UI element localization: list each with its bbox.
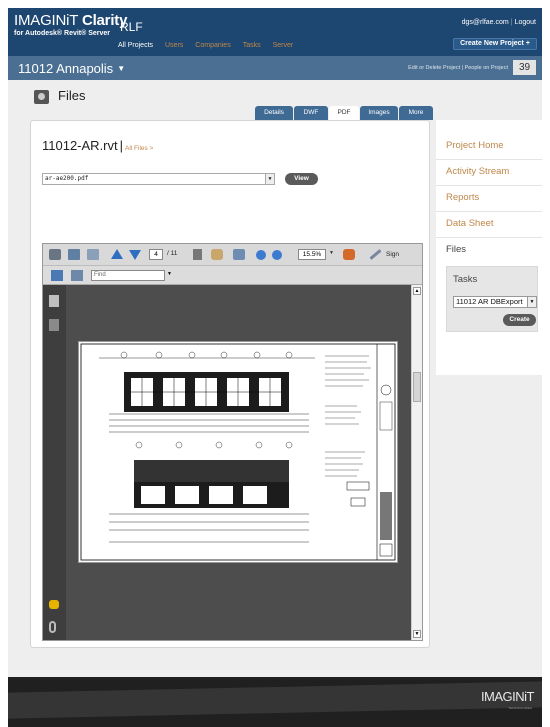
create-new-project-button[interactable]: Create New Project + [453, 38, 537, 50]
scroll-up-icon[interactable]: ▲ [413, 287, 421, 295]
caret-down-icon: ▼ [117, 64, 126, 73]
attachments-icon[interactable] [49, 621, 56, 633]
nav-tasks[interactable]: Tasks [243, 42, 261, 49]
sign-menu[interactable]: Sign [386, 251, 399, 258]
camera-icon [34, 90, 49, 104]
sidebar-item-activity-stream[interactable]: Activity Stream [446, 166, 509, 177]
find-input[interactable]: Find [91, 270, 165, 281]
page-total: / 11 [167, 250, 178, 257]
next-page-icon[interactable] [129, 250, 141, 260]
drawing-sheet [78, 341, 398, 563]
pdf-toolbar: 4 / 11 15.5% ▼ Sign [43, 244, 422, 266]
pdf-side-panel [43, 285, 66, 640]
project-name: 11012 Annapolis [18, 61, 114, 76]
email-icon[interactable] [87, 249, 99, 260]
sidebar-divider [436, 211, 542, 212]
sidebar-divider [436, 159, 542, 160]
page-title: Files [58, 88, 86, 103]
all-files-link[interactable]: All Files > [125, 145, 153, 152]
footer-band [8, 681, 542, 719]
zoom-in-icon[interactable] [272, 250, 282, 260]
tab-pdf[interactable]: PDF [329, 106, 359, 120]
zoom-out-icon[interactable] [256, 250, 266, 260]
select-tool-icon[interactable] [193, 249, 202, 260]
sign-pen-icon[interactable] [369, 249, 382, 260]
chevron-down-icon: ▼ [265, 174, 274, 184]
page-number-input[interactable]: 4 [149, 249, 163, 260]
nav-users[interactable]: Users [165, 42, 183, 49]
pdf-canvas[interactable] [66, 285, 411, 640]
nav-companies[interactable]: Companies [195, 42, 230, 49]
nav-all-projects[interactable]: All Projects [118, 42, 153, 49]
task-select-value: 11012 AR DBExport [456, 297, 523, 306]
printer-icon[interactable] [49, 249, 61, 260]
project-links[interactable]: Edit or Delete Project | People on Proje… [408, 65, 508, 71]
tasks-panel: Tasks 11012 AR DBExport ▼ Create [446, 266, 538, 332]
logout-link[interactable]: Logout [515, 19, 536, 26]
layers-icon[interactable] [49, 319, 59, 331]
zoom-dropdown-icon[interactable]: ▼ [329, 250, 334, 256]
people-count-badge[interactable]: 39 [513, 60, 536, 75]
sidebar-item-reports[interactable]: Reports [446, 192, 479, 203]
logo-brand: IMAGINiT [14, 12, 78, 29]
task-select[interactable]: 11012 AR DBExport ▼ [453, 296, 537, 308]
tab-more[interactable]: More [399, 106, 433, 120]
project-sidebar: Project Home Activity Stream Reports Dat… [436, 120, 542, 375]
save-icon[interactable] [68, 249, 80, 260]
hand-tool-icon[interactable] [211, 249, 223, 260]
comments-icon[interactable] [49, 600, 59, 609]
file-tabs: Details DWF PDF Images More [255, 106, 434, 120]
pdf-select-value: ar-ae200.pdf [45, 175, 89, 182]
pdf-find-toolbar: Find ▼ [43, 266, 422, 285]
view-button[interactable]: View [285, 173, 318, 185]
app-frame: IMAGINiT Clarity for Autodesk® Revit® Se… [8, 8, 542, 727]
logo-subtitle: for Autodesk® Revit® Server [14, 30, 111, 37]
app-logo[interactable]: IMAGINiT Clarity for Autodesk® Revit® Se… [14, 12, 127, 38]
tools-icon[interactable] [343, 249, 355, 260]
user-email-link[interactable]: dgs@rlfae.com [462, 19, 509, 26]
chevron-down-icon: ▼ [527, 297, 536, 307]
top-header: IMAGINiT Clarity for Autodesk® Revit® Se… [8, 8, 542, 56]
create-task-button[interactable]: Create [503, 314, 536, 326]
sidebar-item-data-sheet[interactable]: Data Sheet [446, 218, 494, 229]
tasks-title: Tasks [453, 274, 478, 285]
scroll-down-icon[interactable]: ▼ [413, 630, 421, 638]
nav-server[interactable]: Server [273, 42, 294, 49]
fit-page-icon[interactable] [71, 270, 83, 281]
footer-logo: IMAGINiT [480, 689, 535, 704]
sidebar-item-files: Files [446, 244, 467, 255]
sidebar-item-project-home[interactable]: Project Home [446, 140, 504, 151]
project-bar: 11012 Annapolis ▼ Edit or Delete Project … [8, 56, 542, 80]
scrollbar-thumb[interactable] [413, 372, 421, 402]
sidebar-divider [436, 237, 542, 238]
tab-images[interactable]: Images [360, 106, 398, 120]
tenant-name: RLF [120, 20, 143, 34]
file-title: 11012-AR.rvt | All Files > [42, 138, 154, 153]
previous-page-icon[interactable] [111, 249, 123, 259]
sidebar-divider [436, 185, 542, 186]
project-selector[interactable]: 11012 Annapolis ▼ [18, 61, 125, 76]
pages-panel-icon[interactable] [51, 270, 63, 281]
pdf-viewer: 4 / 11 15.5% ▼ Sign Find ▼ ▲ ▼ [42, 243, 423, 641]
user-menu: dgs@rlfae.com | Logout [461, 19, 536, 26]
tab-dwf[interactable]: DWF [294, 106, 328, 120]
tab-details[interactable]: Details [255, 106, 293, 120]
footer: IMAGINiT TECHNOLOGIES [8, 677, 542, 727]
pdf-select[interactable]: ar-ae200.pdf ▼ [42, 173, 275, 185]
footer-logo-subtitle: TECHNOLOGIES [508, 706, 532, 710]
find-options-icon[interactable]: ▼ [167, 271, 172, 277]
file-card: 11012-AR.rvt | All Files > ar-ae200.pdf ▼ … [30, 120, 430, 648]
pdf-scrollbar[interactable]: ▲ ▼ [411, 285, 422, 640]
top-nav: All Projects Users Companies Tasks Serve… [118, 42, 293, 49]
file-name: 11012-AR.rvt [42, 138, 118, 153]
zoom-input[interactable]: 15.5% [298, 249, 326, 260]
drawing-sheet-image [80, 343, 396, 561]
pages-thumbnail-icon[interactable] [49, 295, 59, 307]
marquee-zoom-icon[interactable] [233, 249, 245, 260]
